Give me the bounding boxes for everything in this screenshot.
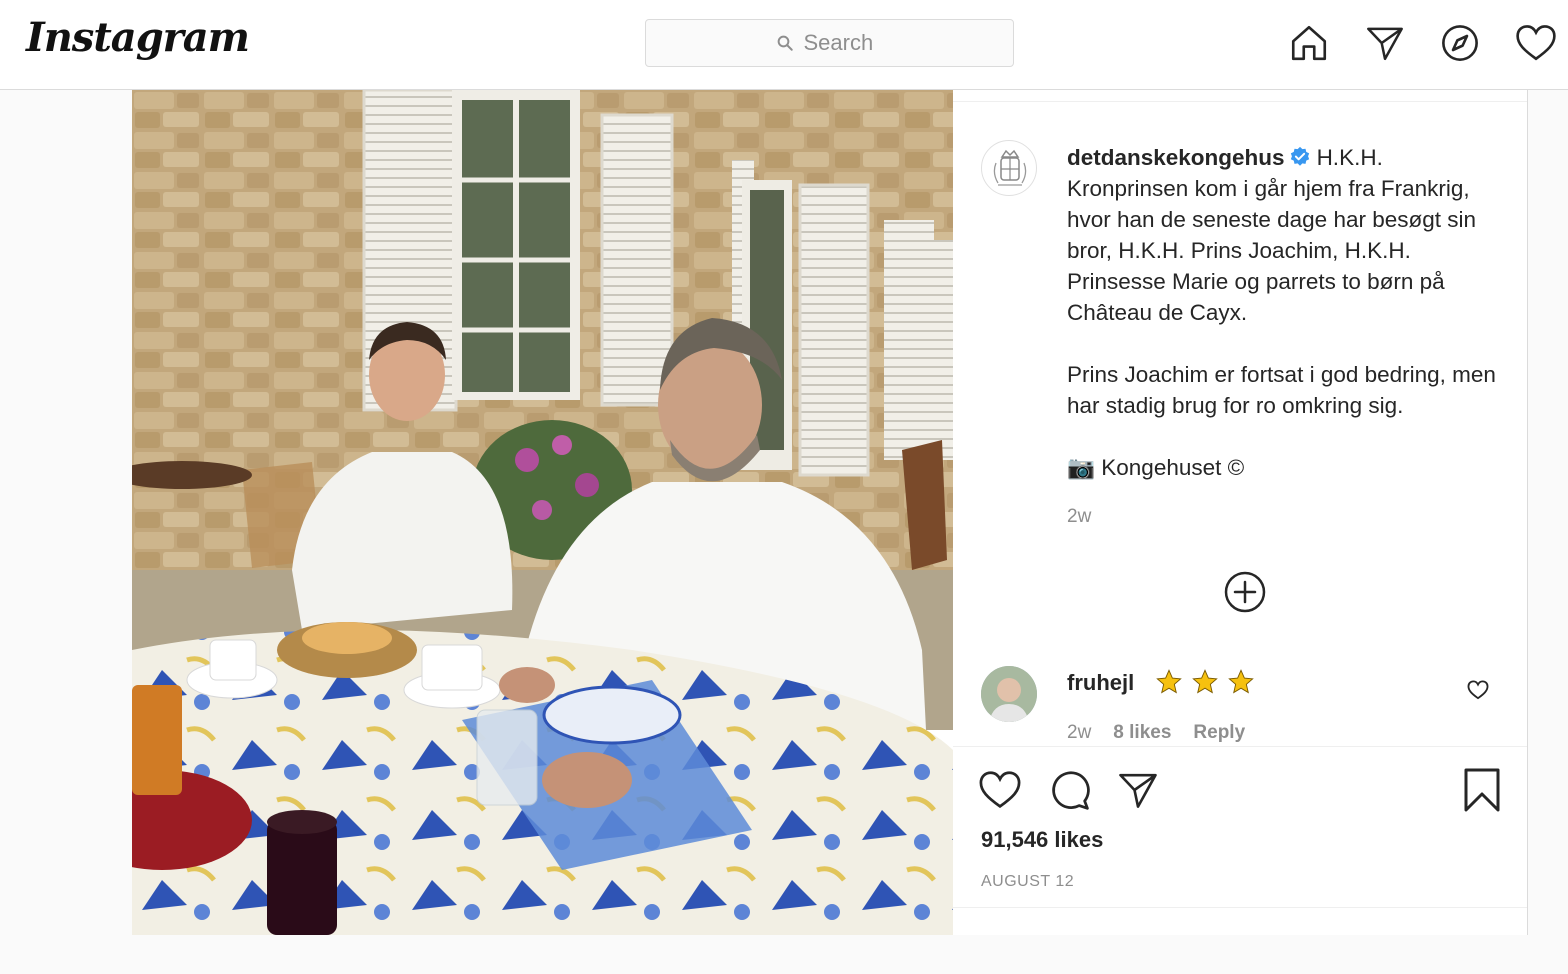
add-comment-area[interactable] <box>953 907 1527 935</box>
instagram-logo[interactable]: Instagram <box>26 14 250 61</box>
post-image <box>132 90 953 935</box>
bookmark-icon <box>1464 768 1500 812</box>
heart-icon <box>979 771 1021 809</box>
royal-crest-icon <box>993 149 1027 186</box>
star-icon <box>1192 669 1218 694</box>
star-icon <box>1228 669 1255 694</box>
save-button[interactable] <box>1459 767 1505 813</box>
direct-icon <box>1367 27 1403 61</box>
commenter-photo <box>981 666 1037 722</box>
like-button[interactable] <box>977 767 1023 813</box>
sidebar-header-divider <box>953 90 1527 102</box>
post-actions: 91,546 likes AUGUST 12 <box>953 746 1527 906</box>
commenter-username[interactable]: fruhejl <box>1067 670 1134 696</box>
likes-count[interactable]: 91,546 likes <box>981 827 1103 853</box>
heart-icon <box>1467 680 1489 700</box>
activity-button[interactable] <box>1513 20 1559 66</box>
home-button[interactable] <box>1286 20 1332 66</box>
search-box[interactable] <box>645 19 1014 67</box>
author-username[interactable]: detdanskekongehus <box>1067 145 1285 170</box>
activity-heart-icon <box>1516 25 1556 61</box>
plus-circle-icon <box>1224 571 1266 613</box>
home-icon <box>1291 25 1327 61</box>
star-icon <box>1156 669 1182 694</box>
commenter-avatar[interactable] <box>981 666 1037 722</box>
comment-like-button[interactable] <box>1467 680 1489 702</box>
direct-icon <box>1119 773 1157 808</box>
caption-text-1: H.K.H. Kronprinsen kom i går hjem fra Fr… <box>1067 145 1477 325</box>
caption-credit: 📷 Kongehuset © <box>1067 455 1245 480</box>
search-icon <box>777 35 793 51</box>
comment-meta: 2w 8 likes Reply <box>1067 722 1245 744</box>
comment-button[interactable] <box>1047 767 1093 813</box>
comment-item: fruhejl 2w 8 likes Reply <box>981 666 1501 746</box>
search-input[interactable] <box>803 30 884 56</box>
caption-timestamp[interactable]: 2w <box>1067 506 1091 528</box>
comment-bubble-icon <box>1052 771 1090 810</box>
direct-button[interactable] <box>1362 20 1408 66</box>
post-card: detdanskekongehus H.K.H. Kronprinsen kom… <box>132 90 1528 935</box>
caption-text-2: Prins Joachim er fortsat i god bedring, … <box>1067 362 1496 418</box>
load-more-comments-button[interactable] <box>1223 570 1267 614</box>
share-button[interactable] <box>1115 767 1161 813</box>
comment-age[interactable]: 2w <box>1067 722 1091 744</box>
verified-badge-icon <box>1290 146 1309 166</box>
author-avatar[interactable] <box>981 140 1037 196</box>
post-sidebar: detdanskekongehus H.K.H. Kronprinsen kom… <box>953 90 1527 935</box>
comment-likes[interactable]: 8 likes <box>1113 722 1171 744</box>
comment-text <box>1155 668 1255 702</box>
post-caption: detdanskekongehus H.K.H. Kronprinsen kom… <box>1067 142 1507 483</box>
top-nav: Instagram <box>0 0 1568 90</box>
comment-reply-button[interactable]: Reply <box>1193 722 1245 744</box>
explore-button[interactable] <box>1437 20 1483 66</box>
post-photo[interactable] <box>132 90 953 935</box>
explore-icon <box>1442 25 1478 61</box>
post-date[interactable]: AUGUST 12 <box>981 873 1074 891</box>
